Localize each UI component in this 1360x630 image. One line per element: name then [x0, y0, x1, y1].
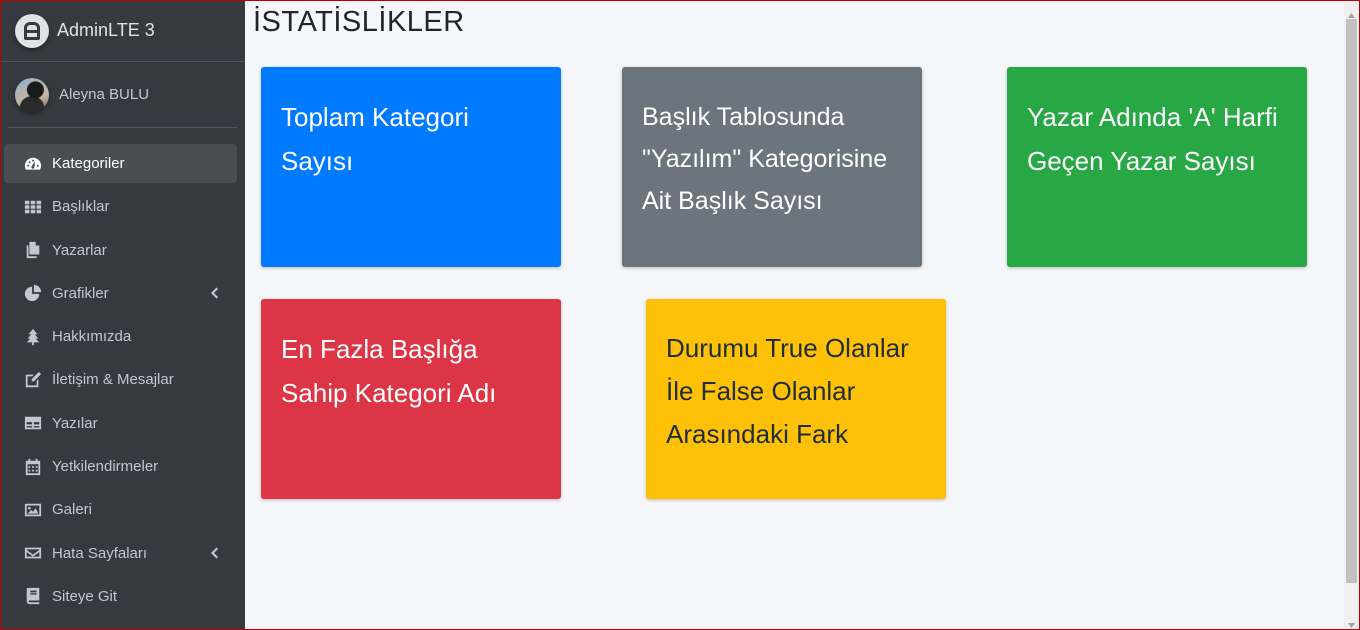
- brand-link[interactable]: AdminLTE 3: [0, 0, 245, 62]
- chart-pie-icon: [23, 283, 43, 303]
- sidebar-item-siteye-git[interactable]: Siteye Git: [4, 577, 237, 616]
- sidebar-item-basliklar[interactable]: Başlıklar: [4, 187, 237, 226]
- user-name: Aleyna BULU: [59, 86, 150, 103]
- sidebar-item-label: Başlıklar: [52, 198, 110, 216]
- card-text: Durumu True Olanlar İle False Olanlar Ar…: [666, 333, 909, 449]
- book-icon: [23, 586, 43, 606]
- vertical-scrollbar[interactable]: [1344, 1, 1359, 629]
- page-title: İSTATİSLİKLER: [253, 6, 465, 38]
- calendar-icon: [23, 457, 43, 477]
- scroll-up-arrow-icon[interactable]: [1347, 5, 1356, 18]
- scroll-down-arrow-icon[interactable]: [1347, 615, 1356, 628]
- chevron-left-icon[interactable]: [207, 546, 221, 560]
- sidebar-item-label: Kategoriler: [52, 155, 125, 172]
- tree-icon: [23, 327, 43, 347]
- stat-card-yazilim-baslik[interactable]: Başlık Tablosunda "Yazılım" Kategorisine…: [622, 67, 922, 267]
- sidebar-item-label: Galeri: [52, 501, 93, 519]
- stat-card-durum-fark[interactable]: Durumu True Olanlar İle False Olanlar Ar…: [646, 299, 946, 499]
- image-icon: [23, 500, 43, 520]
- sidebar-item-yetkilendirmeler[interactable]: Yetkilendirmeler: [4, 447, 237, 486]
- sidebar-item-yazarlar[interactable]: Yazarlar: [4, 231, 237, 270]
- sidebar-item-galeri[interactable]: Galeri: [4, 490, 237, 529]
- tachometer-icon: [23, 154, 43, 174]
- content-wrapper: İSTATİSLİKLER Toplam Kategori Sayısı Baş…: [245, 0, 1345, 630]
- stat-card-toplam-kategori[interactable]: Toplam Kategori Sayısı: [261, 67, 561, 267]
- sidebar-item-label: Hakkımızda: [52, 328, 132, 346]
- sidebar-item-kategoriler[interactable]: Kategoriler: [4, 144, 237, 183]
- sidebar-item-grafikler[interactable]: Grafikler: [4, 274, 237, 313]
- sidebar-item-label: Grafikler: [52, 284, 109, 302]
- card-text: En Fazla Başlığa Sahip Kategori Adı: [281, 334, 497, 408]
- sidebar-item-label: Siteye Git: [52, 587, 118, 605]
- stat-card-en-fazla-baslik[interactable]: En Fazla Başlığa Sahip Kategori Adı: [261, 299, 561, 499]
- sidebar-item-label: Hata Sayfaları: [52, 544, 148, 562]
- chevron-left-icon[interactable]: [207, 286, 221, 300]
- copy-icon: [23, 240, 43, 260]
- edit-icon: [23, 370, 43, 390]
- sidebar: AdminLTE 3 Aleyna BULU Kategoriler Başlı…: [0, 0, 245, 630]
- sidebar-item-hata-sayfalari[interactable]: Hata Sayfaları: [4, 534, 237, 573]
- brand-text: AdminLTE 3: [57, 20, 155, 40]
- sidebar-item-label: Yazılar: [52, 414, 98, 432]
- card-text: Toplam Kategori Sayısı: [281, 102, 469, 176]
- card-text: Başlık Tablosunda "Yazılım" Kategorisine…: [642, 103, 888, 215]
- sidebar-item-label: İletişim & Mesajlar: [52, 371, 174, 389]
- card-text: Yazar Adında 'A' Harfi Geçen Yazar Sayıs…: [1027, 102, 1278, 176]
- sidebar-item-hakkimizda[interactable]: Hakkımızda: [4, 317, 237, 356]
- table-icon: [23, 413, 43, 433]
- user-panel[interactable]: Aleyna BULU: [8, 62, 237, 128]
- sidebar-item-label: Yazarlar: [52, 241, 107, 259]
- stat-card-yazar-a-harfi[interactable]: Yazar Adında 'A' Harfi Geçen Yazar Sayıs…: [1007, 67, 1307, 267]
- sidebar-item-iletisim-mesajlar[interactable]: İletişim & Mesajlar: [4, 360, 237, 399]
- sidebar-item-label: Yetkilendirmeler: [52, 458, 159, 476]
- sidebar-item-yazilar[interactable]: Yazılar: [4, 404, 237, 443]
- sidebar-menu: Kategoriler Başlıklar Yazarlar Grafikler: [0, 128, 245, 616]
- avatar: [15, 77, 49, 112]
- scrollbar-thumb[interactable]: [1346, 19, 1357, 583]
- brand-logo-icon: [15, 13, 49, 48]
- th-grid-icon: [23, 197, 43, 217]
- envelope-icon: [23, 543, 43, 563]
